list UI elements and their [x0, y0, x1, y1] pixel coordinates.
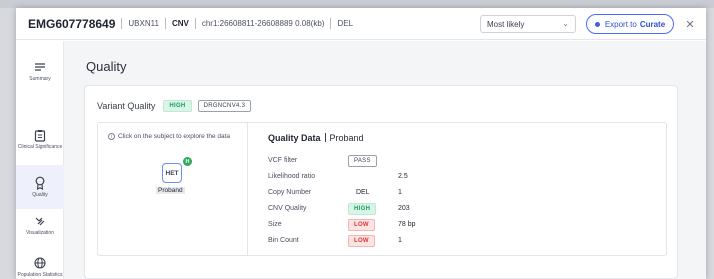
- row-mid: DEL: [356, 189, 370, 196]
- sidebar-item-label: Summary: [29, 76, 51, 82]
- row-key: Size: [268, 221, 282, 228]
- divider: [330, 18, 332, 29]
- variant-quality-label: Variant Quality: [97, 101, 156, 111]
- sidebar-item-label: Quality: [32, 192, 48, 198]
- variant-detail-modal: EMG607778649 UBXN11 CNV chr1:26608811-26…: [16, 8, 706, 279]
- table-row: Bin Count LOW 1: [268, 235, 568, 249]
- modal-header: EMG607778649 UBXN11 CNV chr1:26608811-26…: [16, 8, 706, 40]
- bin-count-badge: LOW: [348, 235, 375, 247]
- row-key: Likelihood ratio: [268, 173, 316, 180]
- row-key: CNV Quality: [268, 205, 307, 212]
- sidebar-item-population-statistics[interactable]: Population Statistics: [16, 245, 64, 279]
- page-title: Quality: [86, 59, 127, 74]
- genomic-region: chr1:26608811-26608889 0.08(kb): [201, 19, 325, 28]
- sidebar-item-clinical-significance[interactable]: Clinical Significance: [16, 117, 64, 161]
- row-value: 1: [398, 189, 402, 196]
- close-icon[interactable]: ✕: [682, 16, 698, 32]
- table-row: Copy Number DEL 1: [268, 187, 568, 201]
- visualization-icon: [32, 214, 48, 228]
- chevron-down-icon: ⌄: [562, 19, 569, 28]
- award-icon: [32, 176, 48, 190]
- sidebar-item-label: Clinical Significance: [17, 144, 63, 150]
- row-key: Copy Number: [268, 189, 312, 196]
- sidebar-item-label: Visualization: [26, 230, 54, 236]
- gene-name: UBXN11: [128, 19, 159, 28]
- vcf-filter-badge: PASS: [348, 155, 377, 167]
- row-key: VCF filter: [268, 157, 298, 164]
- variant-quality-row: Variant Quality HIGH DRGNCNV4.3: [97, 100, 252, 112]
- row-value: 203: [398, 205, 410, 212]
- size-badge: LOW: [348, 219, 375, 231]
- export-to-curate-button[interactable]: Export to Curate: [586, 14, 674, 34]
- divider: [194, 18, 196, 29]
- row-value: 2.5: [398, 173, 408, 180]
- table-row: CNV Quality HIGH 203: [268, 203, 568, 217]
- table-row: VCF filter PASS: [268, 155, 568, 169]
- row-value: 1: [398, 237, 402, 244]
- background-app-bar: [0, 0, 714, 8]
- subject-pane: i Click on the subject to explore the da…: [98, 123, 248, 255]
- sidebar-item-visualization[interactable]: Visualization: [16, 203, 64, 247]
- info-icon: i: [108, 133, 115, 140]
- subject-name[interactable]: Proband: [156, 187, 185, 194]
- subject-hint: i Click on the subject to explore the da…: [108, 133, 230, 140]
- list-icon: [32, 60, 48, 74]
- bullet-icon: [594, 21, 600, 27]
- divider: [121, 18, 123, 29]
- table-row: Size LOW 78 bp: [268, 219, 568, 233]
- divider: [324, 133, 326, 142]
- quality-panel: i Click on the subject to explore the da…: [97, 122, 667, 256]
- quality-data-title: Quality Data Proband: [268, 133, 364, 143]
- globe-icon: [32, 256, 48, 270]
- row-value: 78 bp: [398, 221, 416, 228]
- variant-class: DEL: [337, 19, 354, 28]
- divider: [164, 18, 166, 29]
- table-row: Likelihood ratio 2.5: [268, 171, 568, 185]
- variant-type: CNV: [171, 19, 189, 28]
- sample-id: EMG607778649: [28, 16, 116, 31]
- main-content: Quality Variant Quality HIGH DRGNCNV4.3 …: [64, 41, 706, 279]
- hint-text: Click on the subject to explore the data: [118, 133, 231, 140]
- quality-data-heading: Quality Data: [268, 133, 321, 143]
- caller-badge: DRGNCNV4.3: [197, 100, 252, 112]
- export-target: Curate: [639, 19, 666, 29]
- quality-data-subject: Proband: [329, 133, 364, 143]
- genotype-label: HET: [165, 169, 179, 177]
- variant-quality-badge: HIGH: [163, 100, 192, 112]
- clipboard-icon: [32, 128, 48, 142]
- sidebar-item-label: Population Statistics: [17, 272, 63, 278]
- subject-node-proband[interactable]: HET: [162, 163, 182, 183]
- row-key: Bin Count: [268, 237, 299, 244]
- likelihood-select[interactable]: Most likely ⌄: [480, 15, 576, 33]
- quality-card: Variant Quality HIGH DRGNCNV4.3 i Click …: [84, 85, 678, 279]
- sidebar: Summary Clinical Significance Quality Vi…: [16, 41, 64, 279]
- cnv-quality-badge: HIGH: [348, 203, 377, 215]
- export-label: Export to: [604, 19, 637, 29]
- health-status-dot: H: [183, 157, 192, 166]
- sidebar-item-summary[interactable]: Summary: [16, 49, 64, 93]
- likelihood-select-value: Most likely: [487, 19, 525, 29]
